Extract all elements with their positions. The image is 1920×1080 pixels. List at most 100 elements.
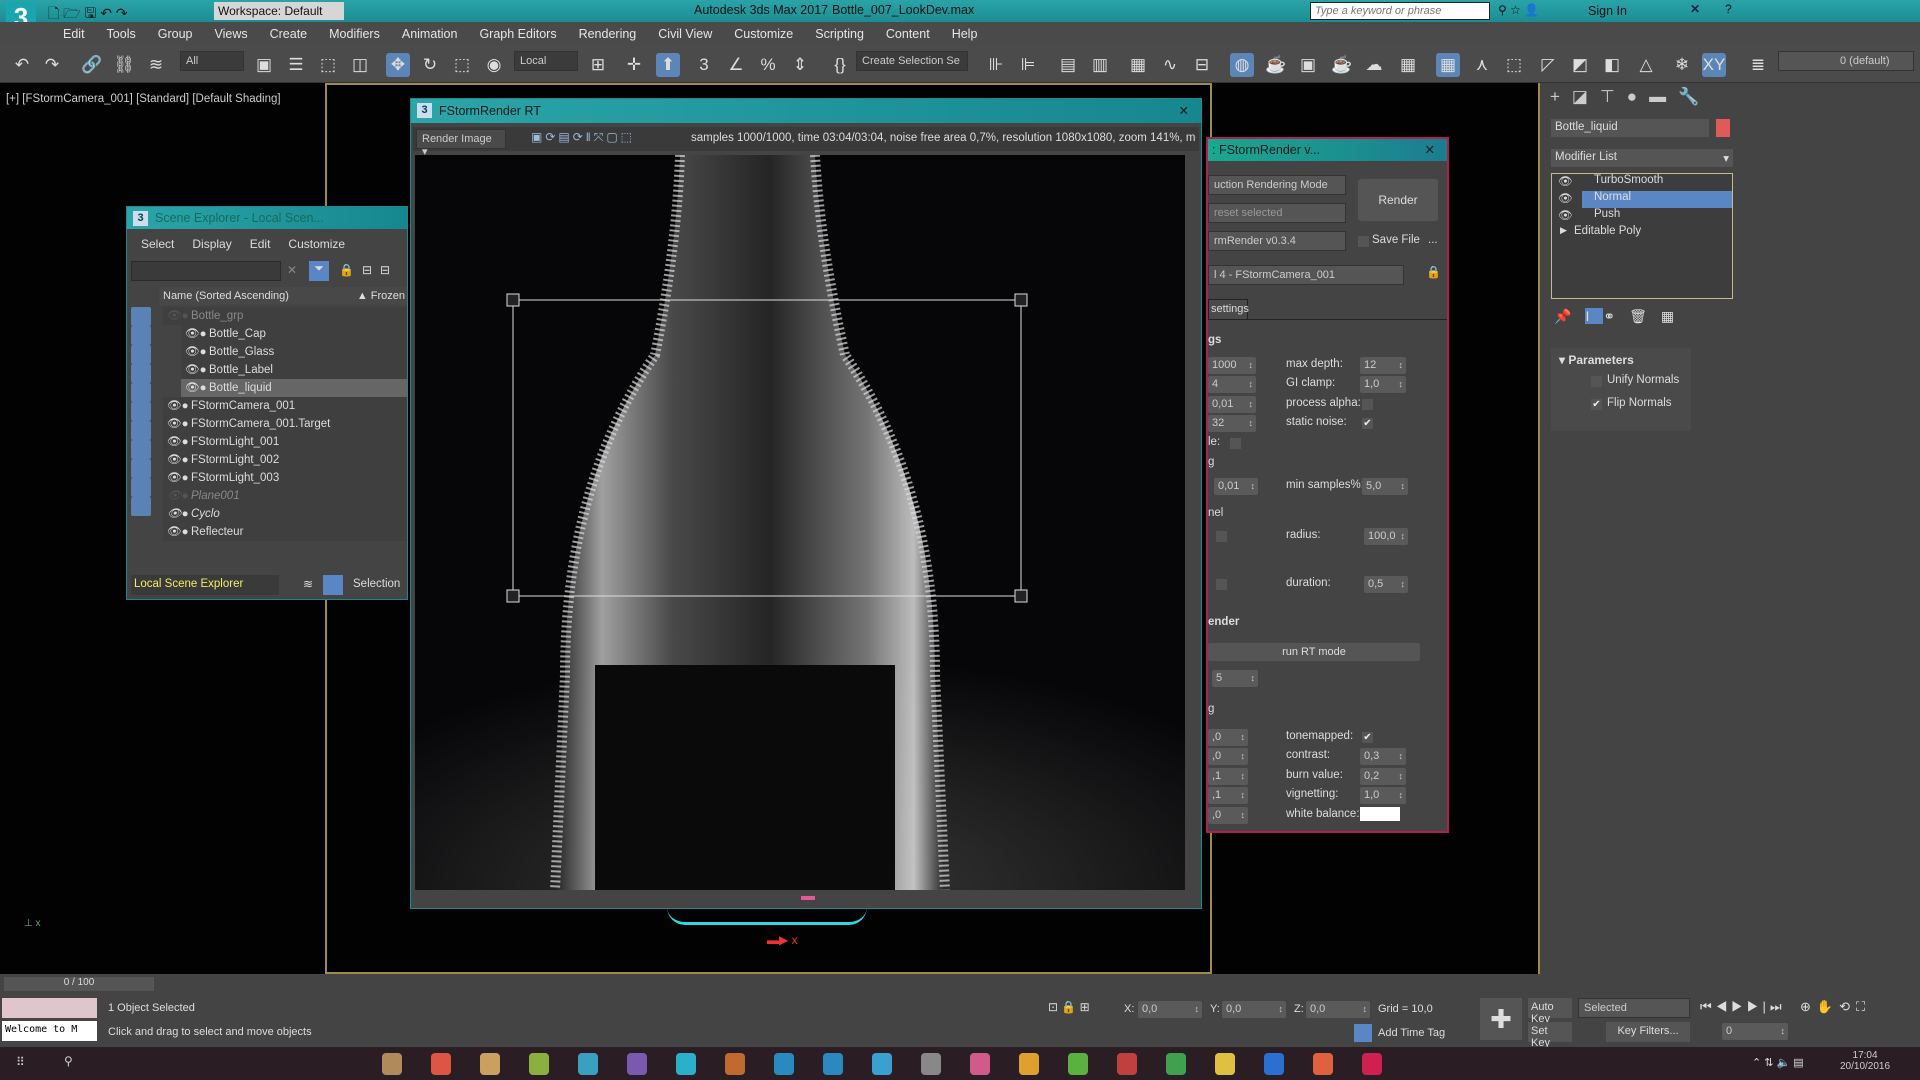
scale-icon[interactable]: ⬚	[450, 53, 474, 77]
visibility-icon[interactable]: 👁●	[163, 433, 191, 451]
a360-gallery-icon[interactable]: ▦	[1396, 53, 1420, 77]
clear-icon[interactable]: ✕	[287, 263, 297, 277]
expand-icon[interactable]: ▶	[1560, 225, 1567, 236]
visibility-icon[interactable]: 👁●	[163, 487, 191, 505]
close-icon[interactable]: ✕	[1425, 139, 1435, 161]
menu-edit[interactable]: Edit	[250, 237, 271, 251]
list-item[interactable]: 👁● FStormLight_001	[163, 433, 407, 451]
tab-settings[interactable]: settings	[1208, 299, 1249, 319]
y-coord-field[interactable]: 0,0	[1222, 1001, 1286, 1018]
max-depth-field[interactable]: 12	[1360, 357, 1406, 374]
menu-help[interactable]: Help	[941, 22, 989, 46]
render-mode-dropdown[interactable]: Render Image ▾	[416, 129, 506, 158]
placement-icon[interactable]: ◉	[482, 53, 506, 77]
set-key-big-button[interactable]: ✚	[1480, 998, 1522, 1040]
snap-bbox-icon[interactable]: ◧	[1600, 53, 1624, 77]
select-object-icon[interactable]: ▣	[252, 53, 276, 77]
option-checkbox[interactable]	[1230, 438, 1241, 449]
more-button[interactable]: ...	[1428, 234, 1438, 246]
list-item[interactable]: 👁● FStormLight_003	[163, 469, 407, 487]
render-image[interactable]	[415, 155, 1185, 890]
scene-explorer-icon[interactable]: ▤	[1056, 53, 1080, 77]
field-4[interactable]: 32	[1208, 415, 1256, 432]
rect-selection-icon[interactable]: ⬚	[316, 53, 340, 77]
taskbar-app-icon[interactable]	[529, 1053, 549, 1075]
cameras-filter-icon[interactable]	[131, 364, 151, 383]
maxscript-input[interactable]: Welcome to M	[2, 1021, 97, 1041]
lock-icon[interactable]: 🔒⊟⊟	[339, 263, 398, 277]
list-item[interactable]: 👁● Plane001	[163, 487, 407, 505]
snap-pivot-icon[interactable]: △	[1634, 53, 1658, 77]
menu-select[interactable]: Select	[141, 237, 174, 251]
visibility-icon[interactable]: 👁●	[163, 307, 191, 325]
menu-customize[interactable]: Customize	[723, 22, 804, 46]
list-item[interactable]: 👁● Bottle_Label	[181, 361, 407, 379]
field-3[interactable]: 0,01	[1208, 396, 1256, 413]
visibility-icon[interactable]: 👁●	[163, 523, 191, 541]
remove-modifier-icon[interactable]: 🗑	[1629, 308, 1661, 324]
pivot-icon[interactable]: ⊞	[586, 53, 610, 77]
workspace-dropdown[interactable]: Workspace: Default	[214, 2, 344, 20]
menu-modifiers[interactable]: Modifiers	[318, 22, 391, 46]
layer-explorer-icon[interactable]: ▥	[1088, 53, 1112, 77]
spinner-snap-icon[interactable]: ⇕	[788, 53, 812, 77]
key-mode-dropdown[interactable]: Selected	[1578, 998, 1690, 1018]
bones-filter-icon[interactable]	[131, 459, 151, 478]
tone-field-1[interactable]: ,0	[1208, 729, 1248, 746]
time-tag-icon[interactable]	[1354, 1024, 1372, 1042]
maxscript-listener[interactable]	[2, 998, 97, 1018]
visibility-icon[interactable]: 👁●	[163, 415, 191, 433]
visibility-icon[interactable]: 👁●	[181, 361, 209, 379]
list-item[interactable]: 👁● Bottle_liquid	[181, 379, 407, 397]
tray-icons[interactable]: ⌃ ⇅ 🔈 ▤	[1752, 1056, 1804, 1069]
undo-icon[interactable]: ↶	[10, 53, 34, 77]
render-frame-icon[interactable]: ▣	[1296, 53, 1320, 77]
stack-item-turbosmooth[interactable]: 👁 TurboSmooth	[1552, 174, 1732, 191]
pin-stack-icon[interactable]: 📌	[1554, 308, 1585, 324]
visibility-icon[interactable]: 👁●	[181, 379, 209, 397]
list-item[interactable]: 👁● Reflecteur	[163, 523, 407, 541]
schematic-icon[interactable]: ⊟	[1190, 53, 1214, 77]
taskbar-app-icon[interactable]	[774, 1053, 794, 1075]
scroll-handle[interactable]	[801, 896, 815, 900]
enable-checkbox-2[interactable]	[1216, 579, 1227, 590]
stack-item-editable-poly[interactable]: ▶ Editable Poly	[1552, 225, 1732, 242]
snap-grid-icon[interactable]: ▦	[1436, 53, 1460, 77]
eye-icon[interactable]: 👁	[1558, 208, 1573, 222]
stack-item-push[interactable]: 👁 Push	[1552, 208, 1732, 225]
min-samples-field[interactable]: 5,0	[1362, 478, 1408, 495]
menu-edit[interactable]: Edit	[52, 22, 96, 46]
tone-field-3[interactable]: ,1	[1208, 768, 1248, 785]
static-noise-checkbox[interactable]: ✔	[1362, 418, 1373, 429]
render-button[interactable]: Render	[1358, 179, 1438, 221]
reference-coord-dropdown[interactable]: Local	[514, 51, 578, 71]
edit-named-selection-icon[interactable]: {}	[828, 53, 852, 77]
filter-icon[interactable]: ⏷	[309, 261, 329, 281]
close-icon[interactable]: ✕	[1179, 99, 1189, 123]
lights-filter-icon[interactable]	[131, 345, 151, 364]
taskbar-app-icon[interactable]	[1068, 1053, 1088, 1075]
helpers-filter-icon[interactable]	[131, 383, 151, 402]
taskbar-app-icon[interactable]	[1117, 1053, 1137, 1075]
visibility-icon[interactable]: 👁●	[163, 505, 191, 523]
x-coord-field[interactable]: 0,0	[1138, 1001, 1202, 1018]
rollout-header[interactable]: ▾ Parameters	[1551, 348, 1691, 372]
taskbar-app-icon[interactable]	[1019, 1053, 1039, 1075]
snap-face-icon[interactable]: ◸	[1536, 53, 1560, 77]
object-color-swatch[interactable]	[1716, 119, 1730, 137]
taskbar-app-icon[interactable]	[1215, 1053, 1235, 1075]
taskbar-app-icon[interactable]	[578, 1053, 598, 1075]
noise-threshold-field[interactable]: 0,01	[1214, 478, 1258, 495]
selection-filter-dropdown[interactable]: All	[180, 51, 244, 71]
menu-civil-view[interactable]: Civil View	[647, 22, 723, 46]
snap-frozen-icon[interactable]: ❄	[1670, 53, 1694, 77]
menu-customize[interactable]: Customize	[288, 237, 345, 251]
select-by-name-icon[interactable]: ☰	[284, 53, 308, 77]
move-icon[interactable]: ✥	[386, 53, 410, 77]
material-editor-icon[interactable]: ◍	[1230, 53, 1254, 77]
clock[interactable]: 17:04 20/10/2016	[1840, 1050, 1890, 1072]
menu-scripting[interactable]: Scripting	[804, 22, 875, 46]
z-coord-field[interactable]: 0,0	[1306, 1001, 1370, 1018]
playback-controls[interactable]: ⏮◀▶▶|⏭	[1700, 999, 1786, 1015]
list-item[interactable]: 👁● FStormCamera_001.Target	[163, 415, 407, 433]
